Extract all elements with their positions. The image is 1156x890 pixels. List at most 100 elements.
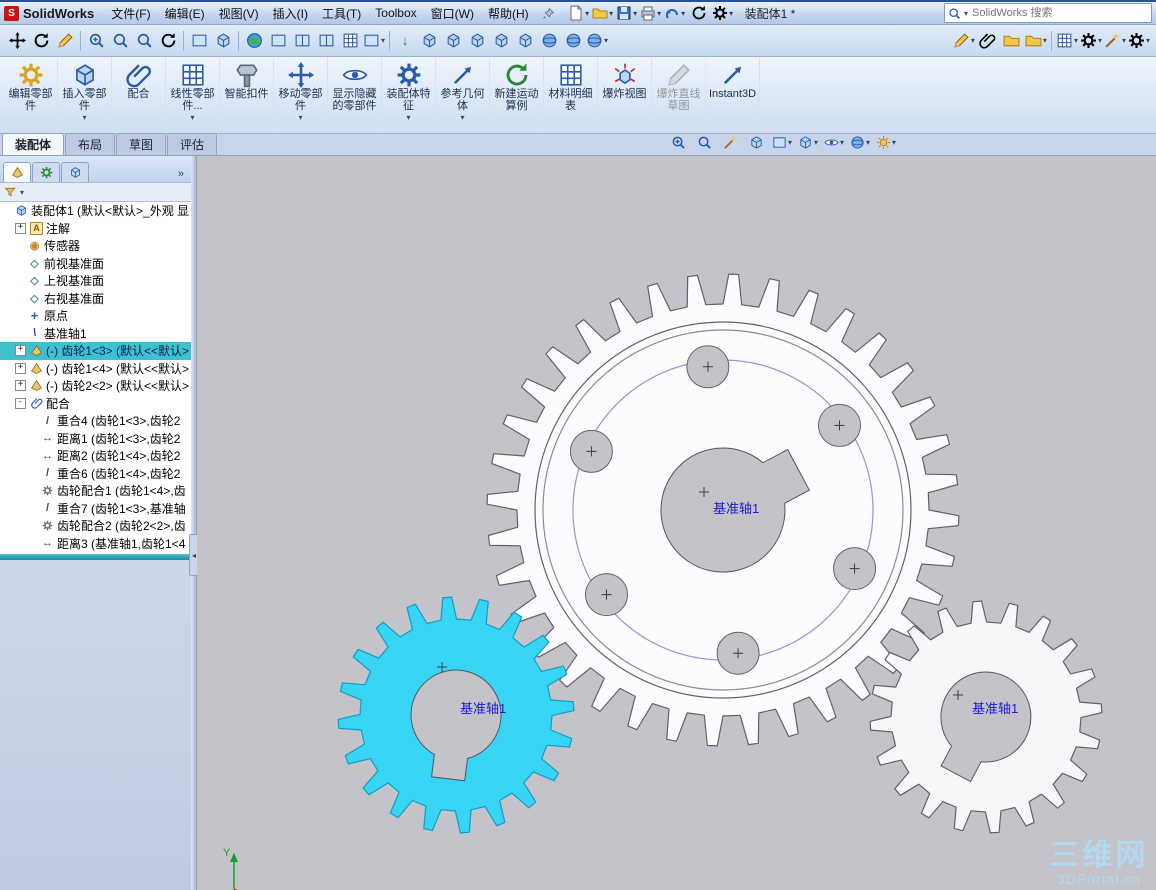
open-document-button[interactable]: ▾ <box>591 2 615 25</box>
tree-item[interactable]: ↔ 距离1 (齿轮1<3>,齿轮2 <box>0 430 191 448</box>
instant3d-button[interactable]: Instant3D <box>706 58 760 133</box>
tree-item[interactable]: ↔ 距离2 (齿轮1<4>,齿轮2 <box>0 447 191 465</box>
viewport-two-vertical-button[interactable] <box>290 29 314 53</box>
linear-component-pattern-button[interactable]: 线性零部件... ▾ <box>166 58 220 133</box>
tree-item[interactable]: - 配合 <box>0 395 191 413</box>
perspective-button[interactable] <box>561 29 585 53</box>
measure-tools-button[interactable]: ▾ <box>1103 29 1127 53</box>
camera-views-button[interactable]: ▾ <box>585 29 609 53</box>
shaded-button[interactable] <box>513 29 537 53</box>
zoom-to-fit-button[interactable] <box>132 29 156 53</box>
menu-item[interactable]: 插入(I) <box>266 3 315 24</box>
graphics-area[interactable]: 基准轴1 基准轴1 基准轴1 Y 三维网 3DPortal.cn <box>197 156 1156 890</box>
tree-item[interactable]: 齿轮配合1 (齿轮1<4>,齿 <box>0 482 191 500</box>
panel-overflow-chevron[interactable]: » <box>174 168 188 182</box>
tree-item[interactable]: + (-) 齿轮1<4> (默认<<默认> <box>0 360 191 378</box>
tree-item[interactable]: + (-) 齿轮2<2> (默认<<默认> <box>0 377 191 395</box>
tree-item[interactable]: / 重合7 (齿轮1<3>,基准轴 <box>0 500 191 518</box>
tree-item[interactable]: \ 基准轴1 <box>0 325 191 343</box>
hidden-lines-removed-button[interactable] <box>465 29 489 53</box>
model-canvas[interactable]: 基准轴1 基准轴1 基准轴1 Y 三维网3DPortal.cn <box>197 156 1156 890</box>
viewport-single-button[interactable] <box>266 29 290 53</box>
menu-item[interactable]: 编辑(E) <box>158 3 212 24</box>
file-explorer-button[interactable]: ▾ <box>1024 29 1048 53</box>
tree-item[interactable]: / 重合6 (齿轮1<4>,齿轮2 <box>0 465 191 483</box>
featuremanager-tab[interactable] <box>3 162 31 182</box>
tree-item[interactable]: ◉ 传感器 <box>0 237 191 255</box>
hide-show-items-button[interactable]: ▾ <box>822 130 846 154</box>
shaded-with-edges-button[interactable] <box>489 29 513 53</box>
assembly-features-button[interactable]: 装配体特征 ▾ <box>382 58 436 133</box>
toolbar-options-button[interactable]: ▾ <box>1127 29 1151 53</box>
menu-item[interactable]: 视图(V) <box>212 3 266 24</box>
menu-item[interactable]: Toolbox <box>368 4 423 22</box>
attachments-button[interactable] <box>976 29 1000 53</box>
tree-item[interactable]: ◇ 前视基准面 <box>0 255 191 273</box>
standard-views-button[interactable]: ↓ <box>393 29 417 53</box>
apply-scene-button[interactable] <box>242 29 266 53</box>
design-library-button[interactable] <box>1000 29 1024 53</box>
zoom-to-area-hud-button[interactable] <box>666 130 690 154</box>
smart-fasteners-button[interactable]: 智能扣件 <box>220 58 274 133</box>
expander-toggle[interactable]: + <box>15 222 26 234</box>
tab-装配体[interactable]: 装配体 <box>2 133 65 155</box>
rebuild-button[interactable] <box>687 1 711 25</box>
expander-toggle[interactable]: + <box>15 380 26 392</box>
tree-item[interactable]: ↔ 距离3 (基准轴1,齿轮1<4 <box>0 535 191 553</box>
menu-item[interactable]: 窗口(W) <box>424 3 481 24</box>
view-orientation-button[interactable]: ▾ <box>770 130 794 154</box>
pin-menu-button[interactable] <box>542 7 555 20</box>
hidden-lines-visible-button[interactable] <box>441 29 465 53</box>
apply-scene-hud-button[interactable]: ▾ <box>874 130 898 154</box>
tree-item[interactable]: 齿轮配合2 (齿轮2<2>,齿 <box>0 517 191 535</box>
shadows-in-shaded-mode-button[interactable] <box>537 29 561 53</box>
zoom-in-out-button[interactable] <box>84 29 108 53</box>
propertymanager-tab[interactable] <box>32 162 60 182</box>
rotate-view-button[interactable] <box>156 29 180 53</box>
search-input[interactable] <box>970 6 1148 20</box>
bill-of-materials-button[interactable]: 材料明细表 <box>544 58 598 133</box>
tree-item[interactable]: 装配体1 (默认<默认>_外观 显 <box>0 202 191 220</box>
wireframe-button[interactable] <box>417 29 441 53</box>
tab-草图[interactable]: 草图 <box>116 133 167 155</box>
tree-item[interactable]: / 重合4 (齿轮1<3>,齿轮2 <box>0 412 191 430</box>
edit-component-button[interactable]: 编辑零部件 <box>4 58 58 133</box>
mate-button[interactable]: 配合 <box>112 58 166 133</box>
expander-toggle[interactable]: + <box>15 345 26 357</box>
equations-button[interactable]: ▾ <box>1079 29 1103 53</box>
previous-view-button[interactable] <box>187 29 211 53</box>
new-document-button[interactable]: ▾ <box>567 1 591 25</box>
undo-button[interactable]: ▾ <box>663 2 687 25</box>
menu-item[interactable]: 帮助(H) <box>481 3 536 24</box>
configurationmanager-tab[interactable] <box>61 162 89 182</box>
edit-appearance-hud-button[interactable]: ▾ <box>848 130 872 154</box>
new-motion-study-button[interactable]: 新建运动算例 <box>490 58 544 133</box>
display-style-button[interactable]: ▾ <box>796 130 820 154</box>
zoom-to-fit-hud-button[interactable] <box>692 130 716 154</box>
section-view-button[interactable] <box>211 29 235 53</box>
link-views-button[interactable]: ▾ <box>362 29 386 53</box>
print-button[interactable]: ▾ <box>639 1 663 25</box>
tree-item[interactable]: ◇ 上视基准面 <box>0 272 191 290</box>
show-hidden-components-button[interactable]: 显示隐藏的零部件 <box>328 58 382 133</box>
tree-item[interactable]: ◇ 右视基准面 <box>0 290 191 308</box>
rotate-component-button[interactable] <box>29 29 53 53</box>
tree-item[interactable]: + A 注解 <box>0 220 191 238</box>
tab-评估[interactable]: 评估 <box>167 133 218 155</box>
tree-item[interactable]: + (-) 齿轮1<3> (默认<<默认> <box>0 342 191 360</box>
menu-item[interactable]: 文件(F) <box>104 3 157 24</box>
menu-item[interactable]: 工具(T) <box>315 3 368 24</box>
expander-toggle[interactable]: - <box>15 397 26 409</box>
tree-filter-bar[interactable]: ▾ <box>0 183 191 202</box>
expander-toggle[interactable]: + <box>15 362 26 374</box>
move-component-button[interactable] <box>5 29 29 53</box>
insert-component-button[interactable]: 插入零部件 ▾ <box>58 58 112 133</box>
tree-item[interactable]: + 原点 <box>0 307 191 325</box>
viewport-four-button[interactable] <box>338 29 362 53</box>
exploded-view-button[interactable]: 爆炸视图 <box>598 58 652 133</box>
section-view-hud-button[interactable] <box>744 130 768 154</box>
edit-sketch-button[interactable] <box>53 29 77 53</box>
save-button[interactable]: ▾ <box>615 1 639 25</box>
tab-布局[interactable]: 布局 <box>65 133 116 155</box>
reference-geometry-button[interactable]: 参考几何体 ▾ <box>436 58 490 133</box>
